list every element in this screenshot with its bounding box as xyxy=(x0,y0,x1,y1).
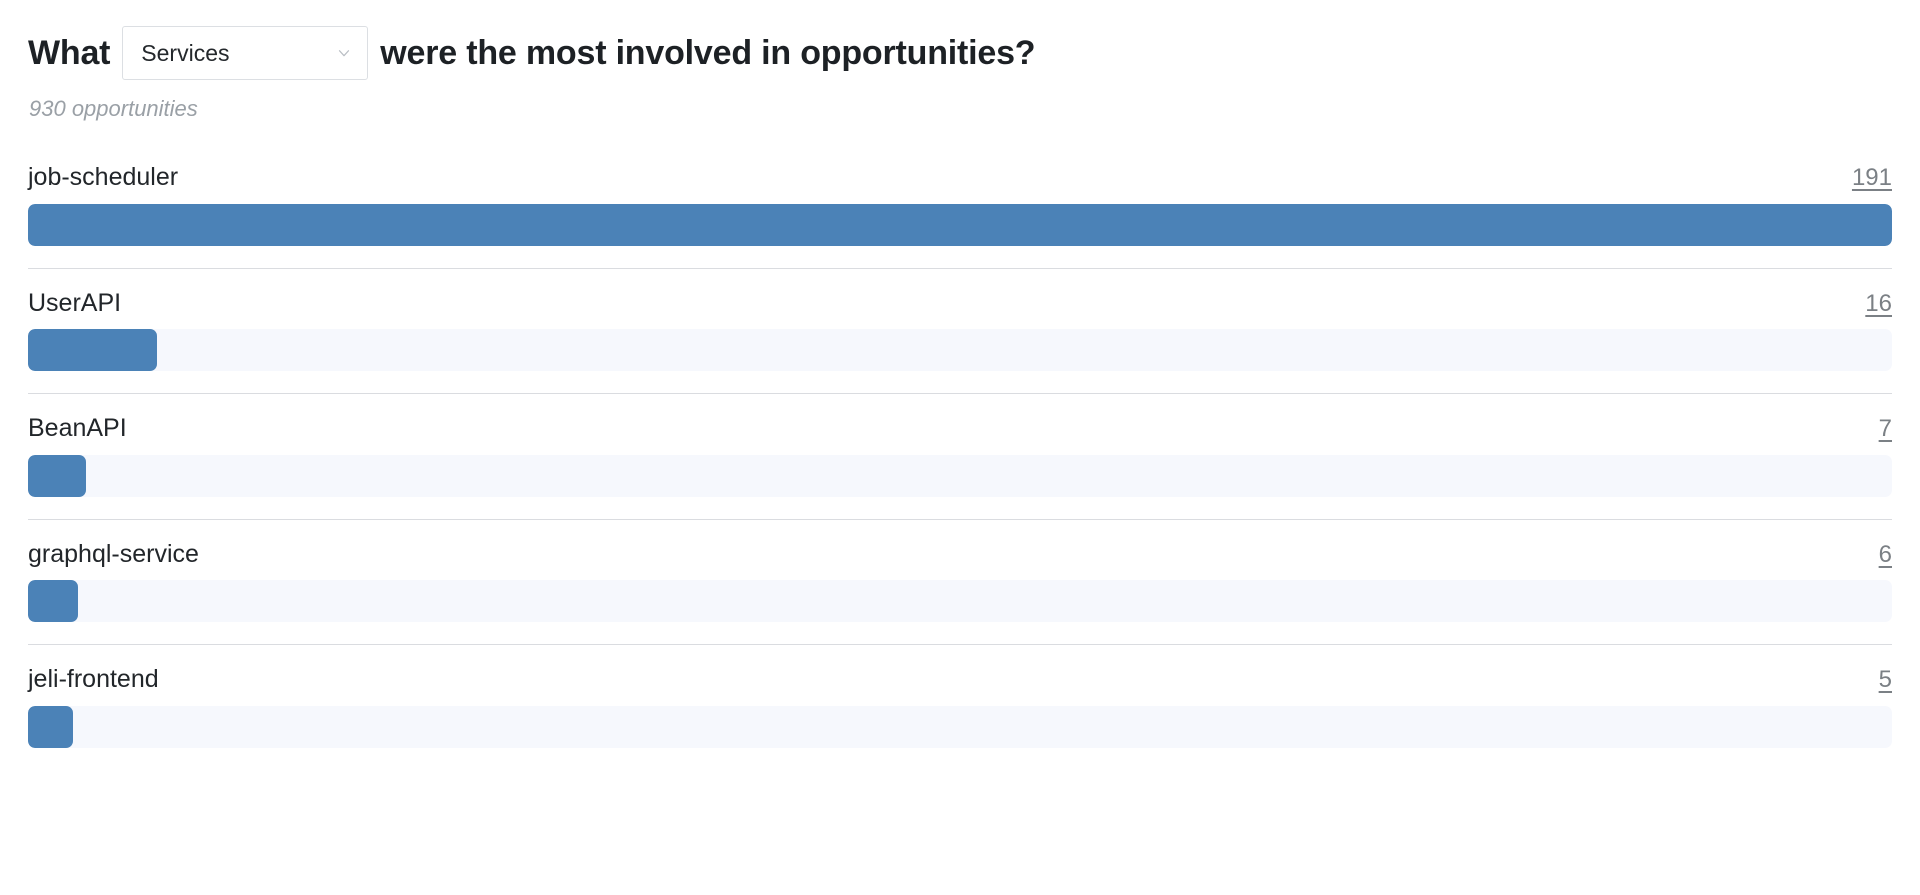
bar-label: UserAPI xyxy=(28,290,121,318)
bar-chart-list: job-scheduler 191 UserAPI 16 BeanAPI 7 xyxy=(28,164,1892,770)
bar-fill[interactable] xyxy=(28,204,1892,246)
bar-value-link[interactable]: 6 xyxy=(1879,542,1892,568)
entity-type-dropdown[interactable]: Services xyxy=(122,26,368,80)
bar-track xyxy=(28,329,1892,371)
bar-row: BeanAPI 7 xyxy=(28,393,1892,519)
bar-row-header: UserAPI 16 xyxy=(28,290,1892,318)
bar-row: jeli-frontend 5 xyxy=(28,644,1892,770)
bar-label: jeli-frontend xyxy=(28,666,159,694)
bar-fill[interactable] xyxy=(28,455,86,497)
question-header: What Services were the most involved in … xyxy=(28,0,1892,96)
bar-row: job-scheduler 191 xyxy=(28,164,1892,268)
bar-row: graphql-service 6 xyxy=(28,519,1892,645)
bar-fill[interactable] xyxy=(28,580,78,622)
bar-row-header: job-scheduler 191 xyxy=(28,164,1892,192)
bar-fill[interactable] xyxy=(28,706,73,748)
bar-row-header: jeli-frontend 5 xyxy=(28,666,1892,694)
entity-type-dropdown-value: Services xyxy=(141,42,229,65)
chevron-down-icon xyxy=(335,44,353,62)
bar-label: job-scheduler xyxy=(28,164,178,192)
question-prefix: What xyxy=(28,36,110,70)
bar-label: graphql-service xyxy=(28,541,199,569)
bar-row-header: BeanAPI 7 xyxy=(28,415,1892,443)
bar-label: BeanAPI xyxy=(28,415,127,443)
bar-value-link[interactable]: 191 xyxy=(1852,165,1892,191)
bar-value-link[interactable]: 16 xyxy=(1865,291,1892,317)
bar-track xyxy=(28,455,1892,497)
bar-row-header: graphql-service 6 xyxy=(28,541,1892,569)
bar-value-link[interactable]: 5 xyxy=(1879,667,1892,693)
bar-track xyxy=(28,706,1892,748)
question-suffix: were the most involved in opportunities? xyxy=(380,36,1035,70)
insight-panel: What Services were the most involved in … xyxy=(0,0,1920,895)
bar-row: UserAPI 16 xyxy=(28,268,1892,394)
bar-value-link[interactable]: 7 xyxy=(1879,416,1892,442)
bar-track xyxy=(28,204,1892,246)
bar-track xyxy=(28,580,1892,622)
opportunity-count-subtitle: 930 opportunities xyxy=(28,98,1892,120)
bar-fill[interactable] xyxy=(28,329,157,371)
